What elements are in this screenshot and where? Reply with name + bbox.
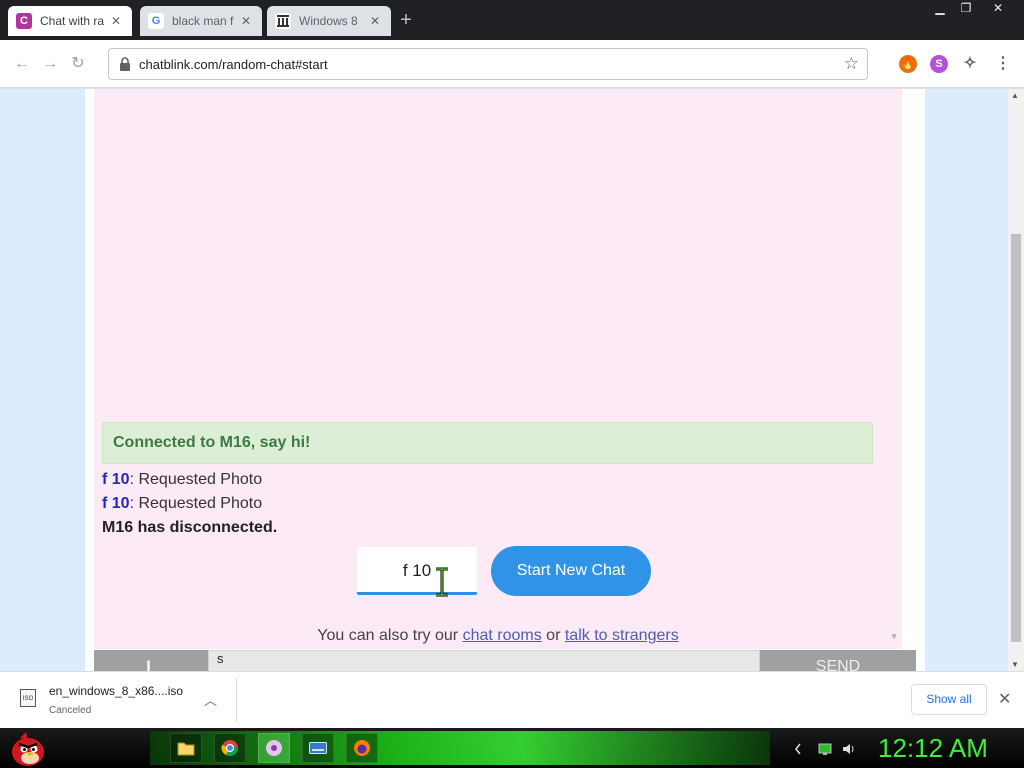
file-explorer-taskbar-button[interactable]: [170, 733, 202, 763]
tab-title: Windows 8: [299, 14, 358, 28]
bookmark-star-icon[interactable]: ☆: [844, 54, 859, 74]
minimize-window-button[interactable]: ▁: [926, 0, 954, 18]
google-favicon-icon: G: [148, 13, 164, 29]
nickname-input[interactable]: f 10: [357, 547, 477, 595]
tab-strip: C Chat with ra ✕ G black man f ✕ Windows…: [0, 0, 1024, 40]
forward-button[interactable]: →: [40, 54, 60, 74]
close-tab-icon[interactable]: ✕: [367, 14, 383, 28]
message-text: : Requested Photo: [129, 495, 263, 512]
chevron-up-icon[interactable]: ︿: [204, 690, 217, 709]
scroll-up-arrow-icon[interactable]: ▲: [1011, 91, 1019, 100]
alternatives-line: You can also try our chat rooms or talk …: [94, 627, 902, 645]
alternatives-prefix: You can also try our: [317, 627, 459, 644]
taskbar: 12:12 AM: [0, 728, 1024, 768]
media-app-taskbar-button[interactable]: [258, 733, 290, 763]
show-all-button[interactable]: Show all: [911, 684, 987, 715]
new-tab-button[interactable]: +: [396, 8, 416, 32]
chat-message: f 10: Requested Photo: [102, 471, 262, 489]
tray-chevron-icon[interactable]: [792, 742, 806, 756]
network-icon[interactable]: [818, 742, 832, 756]
download-file-name[interactable]: en_windows_8_x86....iso: [49, 684, 183, 698]
tab-chat[interactable]: C Chat with ra ✕: [8, 6, 132, 36]
download-status: Canceled: [49, 705, 92, 716]
folder-icon: [177, 742, 195, 756]
firefox-taskbar-button[interactable]: [346, 733, 378, 763]
tab-title: black man f: [172, 14, 234, 28]
browser-menu-icon[interactable]: ⋮: [994, 55, 1012, 73]
divider: [236, 678, 237, 722]
close-download-bar-icon[interactable]: ✕: [998, 689, 1011, 709]
scroll-down-arrow-icon[interactable]: ▼: [1011, 660, 1019, 669]
message-input[interactable]: s: [208, 650, 760, 671]
text-cursor-icon: [436, 567, 448, 597]
chrome-taskbar-button[interactable]: [214, 733, 246, 763]
chatblink-favicon-icon: C: [16, 13, 32, 29]
chrome-icon: [221, 740, 239, 757]
system-clock[interactable]: 12:12 AM: [878, 733, 988, 764]
send-button[interactable]: SEND: [760, 650, 916, 671]
chat-rooms-link[interactable]: chat rooms: [463, 627, 542, 644]
reload-button[interactable]: ↻: [68, 54, 88, 74]
extensions-puzzle-icon[interactable]: ✧: [961, 55, 979, 73]
angry-bird-start-icon[interactable]: [8, 728, 48, 768]
message-text: : Requested Photo: [129, 471, 263, 488]
address-bar[interactable]: chatblink.com/random-chat#start ☆: [108, 48, 868, 80]
disconnect-notice: M16 has disconnected.: [102, 519, 278, 536]
chat-container: Connected to M16, say hi! f 10: Requeste…: [85, 89, 925, 671]
iso-file-icon: ISO: [20, 689, 36, 707]
menu-button[interactable]: |: [94, 650, 208, 671]
lock-icon: [120, 57, 130, 71]
extension-fire-icon[interactable]: 🔥: [899, 55, 917, 73]
close-tab-icon[interactable]: ✕: [108, 14, 124, 28]
extension-swirl-icon[interactable]: S: [930, 55, 948, 73]
page-viewport: Connected to M16, say hi! f 10: Requeste…: [0, 89, 1008, 671]
message-nick: f 10: [102, 495, 130, 512]
browser-toolbar: ← → ↻ chatblink.com/random-chat#start ☆ …: [0, 40, 1024, 88]
start-new-chat-button[interactable]: Start New Chat: [491, 546, 651, 596]
tab-title: Chat with ra: [40, 14, 105, 28]
message-nick: f 10: [102, 471, 130, 488]
media-disc-icon: [266, 740, 282, 756]
alternatives-or: or: [546, 627, 561, 644]
chat-log: Connected to M16, say hi! f 10: Requeste…: [94, 89, 902, 649]
connected-banner: Connected to M16, say hi!: [102, 422, 873, 464]
scrollbar-thumb[interactable]: [1011, 234, 1021, 642]
firefox-icon: [354, 740, 370, 756]
chat-message: f 10: Requested Photo: [102, 495, 262, 513]
url-text: chatblink.com/random-chat#start: [139, 57, 328, 72]
tab-windows-8[interactable]: Windows 8 ✕: [267, 6, 391, 36]
keyboard-taskbar-button[interactable]: [302, 733, 334, 763]
download-bar: ISO en_windows_8_x86....iso Canceled ︿ S…: [0, 671, 1024, 728]
archive-favicon-icon: [275, 13, 291, 29]
talk-to-strangers-link[interactable]: talk to strangers: [565, 627, 679, 644]
restore-window-button[interactable]: ❐: [952, 0, 980, 18]
close-tab-icon[interactable]: ✕: [238, 14, 254, 28]
tab-google-search[interactable]: G black man f ✕: [140, 6, 262, 36]
page-scrollbar[interactable]: ▲ ▼: [1008, 89, 1024, 671]
back-button[interactable]: ←: [12, 54, 32, 74]
close-window-button[interactable]: ✕: [984, 0, 1012, 18]
keyboard-icon: [309, 742, 327, 754]
menu-glyph-icon: |: [146, 658, 152, 671]
volume-icon[interactable]: [842, 742, 856, 756]
